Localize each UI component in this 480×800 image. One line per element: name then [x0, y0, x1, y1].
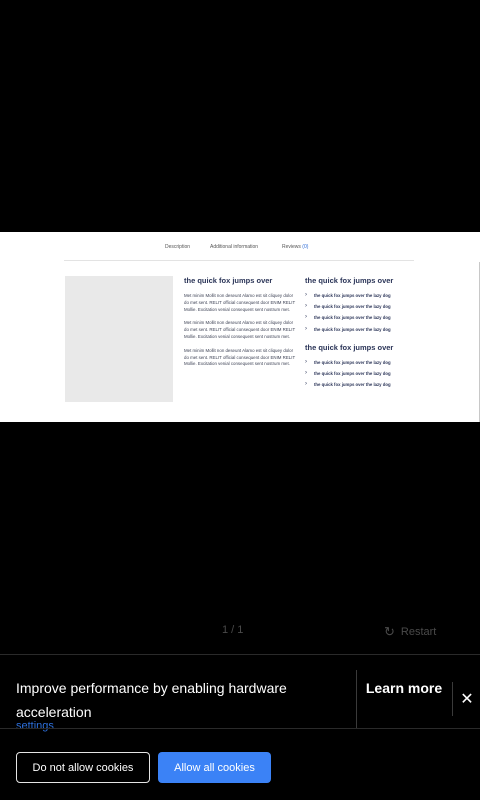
- tab-divider: [64, 260, 414, 261]
- list-item: › the quick fox jumps over the lazy dog: [305, 358, 391, 365]
- list-item: › the quick fox jumps over the lazy dog: [305, 325, 391, 332]
- chevron-right-icon: ›: [305, 314, 307, 321]
- tab-additional-information: Additional information: [210, 244, 259, 250]
- chevron-right-icon: ›: [305, 358, 307, 365]
- product-tabs: Description Additional information Revie…: [0, 244, 480, 258]
- cookie-banner: Improve performance by enabling hardware…: [0, 656, 480, 800]
- list-item: › the quick fox jumps over the lazy dog: [305, 314, 391, 321]
- list-item: › the quick fox jumps over the lazy dog: [305, 381, 391, 388]
- banner-divider: [0, 728, 480, 729]
- restart-button[interactable]: ↻ Restart: [384, 624, 436, 640]
- page-indicator: 1 / 1: [222, 624, 244, 636]
- list-item: › the quick fox jumps over the lazy dog: [305, 292, 391, 298]
- chevron-right-icon: ›: [305, 369, 307, 376]
- chevron-right-icon: ›: [305, 381, 307, 388]
- image-placeholder: [65, 276, 173, 402]
- tab-description: Description: [165, 244, 191, 250]
- list-item: › the quick fox jumps over the lazy dog: [305, 369, 391, 376]
- close-icon: ✕: [460, 691, 474, 708]
- chevron-right-icon: ›: [305, 303, 307, 310]
- features-heading: the quick fox jumps over: [305, 276, 394, 285]
- learn-more-button[interactable]: Learn more: [360, 676, 448, 700]
- chevron-right-icon: ›: [305, 292, 307, 298]
- tab-reviews-count: (0): [302, 244, 309, 250]
- chevron-right-icon: ›: [305, 325, 307, 332]
- features-heading: the quick fox jumps over: [305, 342, 394, 352]
- settings-link[interactable]: settings: [16, 720, 54, 732]
- list-item: › the quick fox jumps over the lazy dog: [305, 303, 391, 310]
- tab-reviews: Reviews (0): [282, 244, 308, 250]
- restart-icon: ↻: [384, 624, 395, 639]
- tab-reviews-label: Reviews: [282, 244, 301, 250]
- features-column: the quick fox jumps over › the quick fox …: [305, 276, 415, 391]
- product-preview-image: Description Additional information Revie…: [0, 232, 480, 422]
- allow-cookies-button[interactable]: Allow all cookies: [158, 752, 271, 783]
- description-heading: the quick fox jumps over: [184, 276, 273, 285]
- description-paragraph: Met minim Mollit non deseunt Alamo est s…: [184, 320, 296, 339]
- description-column: the quick fox jumps over Met minim Molli…: [184, 276, 296, 375]
- close-button[interactable]: ✕: [452, 682, 480, 716]
- acceleration-message: Improve performance by enabling hardware…: [16, 680, 287, 720]
- restart-label: Restart: [400, 626, 437, 638]
- deny-cookies-button[interactable]: Do not allow cookies: [16, 752, 150, 783]
- description-paragraph: Met minim Mollit non deseunt Alamo est s…: [184, 293, 296, 312]
- vertical-divider: [356, 670, 357, 728]
- description-paragraph: Met minim Mollit non deseunt Alamo est s…: [184, 347, 296, 367]
- controls-divider: [0, 654, 480, 655]
